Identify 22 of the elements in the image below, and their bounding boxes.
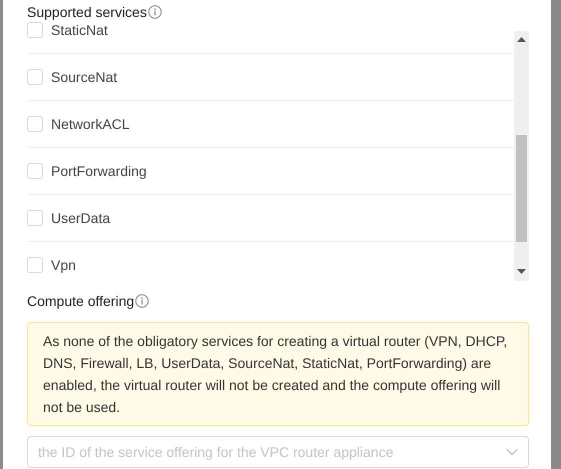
checkbox-label: UserData: [51, 210, 110, 226]
checkbox-label: StaticNat: [51, 22, 108, 38]
scroll-down-icon[interactable]: [517, 269, 526, 275]
checkbox[interactable]: [27, 116, 43, 132]
scrollbar[interactable]: [514, 31, 529, 281]
checkbox[interactable]: [27, 163, 43, 179]
checkbox-label: Vpn: [51, 257, 76, 273]
chevron-down-icon: [506, 448, 518, 456]
checkbox-label: PortForwarding: [51, 163, 147, 179]
field-label: Supported services: [27, 4, 147, 20]
checkbox[interactable]: [27, 22, 43, 38]
checkbox[interactable]: [27, 257, 43, 273]
select-placeholder: the ID of the service offering for the VPC router appliance: [38, 444, 394, 460]
warning-alert: As none of the obligatory services for creating a virtual router (VPN, DHCP, DNS, Firewall, LB, UserData, SourceNat, StaticNat, PortForwarding) are enabled, the virtual router will not be created and the compute offering will not be used.: [27, 322, 529, 426]
checkbox-label: NetworkACL: [51, 116, 130, 132]
checkbox[interactable]: [27, 210, 43, 226]
info-icon: [148, 5, 162, 19]
scroll-up-icon[interactable]: [517, 37, 526, 43]
checkbox-label: SourceNat: [51, 69, 118, 85]
field-label: Compute offering: [27, 293, 134, 309]
info-icon: [135, 294, 150, 308]
checkbox[interactable]: [27, 69, 43, 85]
